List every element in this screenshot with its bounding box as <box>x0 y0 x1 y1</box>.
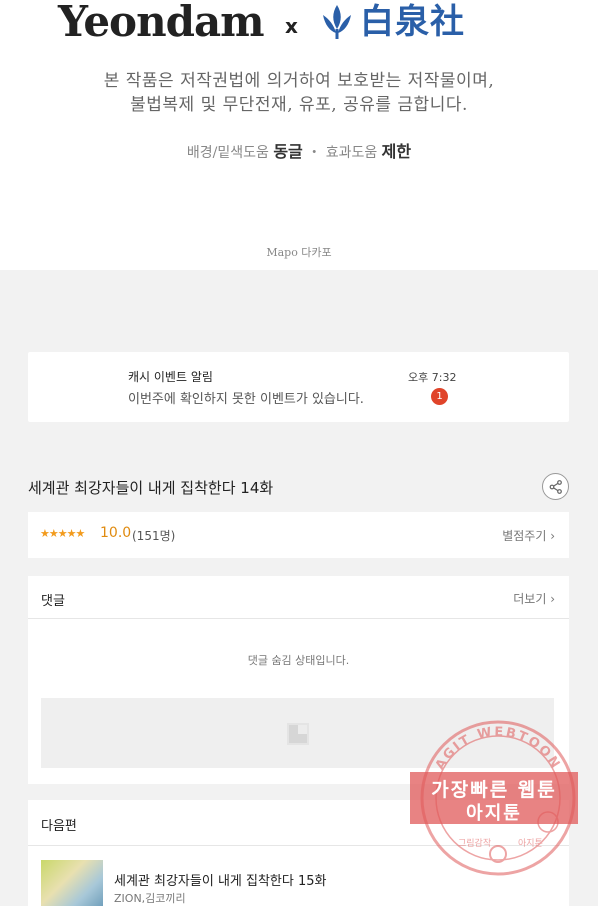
watermark-bottom-right: 아지툰 <box>518 838 543 849</box>
hakusensha-wordmark: 白泉社 <box>360 2 465 42</box>
watermark-bottom-left: 그림감작 <box>458 837 491 849</box>
yeondam-logo: Yeondam <box>58 0 265 46</box>
next-episode-author: ZION,김코끼리 <box>114 892 186 905</box>
staff-bg-label: 배경/밑색도움 <box>186 145 269 161</box>
staff-credits: 배경/밑색도움 동글 ・ 효과도움 제한 <box>0 138 598 162</box>
credits-panel: Yeondam x 白泉社 본 작품은 저작권법에 의거하여 보호받는 저작물이… <box>0 0 598 270</box>
watermark-line1: 가장빠른 웹툰 <box>431 779 557 801</box>
next-episode-title[interactable]: 세계관 최강자들이 내게 집착한다 15화 <box>114 870 326 889</box>
share-icon <box>549 479 562 494</box>
next-episode-label: 다음편 <box>41 819 77 834</box>
hakusensha-logo: 白泉社 <box>320 2 465 42</box>
episode-title: 세계관 최강자들이 내게 집착한다 14화 <box>28 479 274 497</box>
cash-event-notification[interactable]: 캐시 이벤트 알림 이번주에 확인하지 못한 이벤트가 있습니다. 오후 7:3… <box>28 352 569 422</box>
notification-time: 오후 7:32 <box>408 371 457 384</box>
studio-credit: Mapo 다카포 <box>266 246 332 259</box>
notification-title: 캐시 이벤트 알림 <box>128 370 213 384</box>
comments-hidden-message: 댓글 숨김 상태입니다. <box>247 654 350 667</box>
rating-count: (151명) <box>132 529 176 543</box>
hakusensha-emblem-icon <box>323 5 351 39</box>
share-button[interactable] <box>542 473 569 500</box>
image-placeholder-icon <box>287 723 309 745</box>
comments-label: 댓글 <box>41 594 65 609</box>
notification-message: 이번주에 확인하지 못한 이벤트가 있습니다. <box>128 392 364 407</box>
rate-button[interactable]: 별점주기 › <box>502 527 555 544</box>
staff-fx-label: 효과도움 <box>325 145 378 161</box>
copyright-notice-line1: 본 작품은 저작권법에 의거하여 보호받는 저작물이며, <box>103 71 495 91</box>
logo-row: Yeondam x 白泉社 <box>0 0 598 50</box>
watermark-line2: 아지툰 <box>466 803 522 824</box>
watermark-ring-text: AGIT WEBTOON <box>433 725 562 773</box>
watermark-banner: 가장빠른 웹툰 아지툰 <box>410 772 578 824</box>
staff-bg-name: 동글 <box>273 142 303 161</box>
rating-row: ★★★★★ 10.0 (151명) 별점주기 › <box>28 512 569 558</box>
comments-more-link[interactable]: 더보기 › <box>513 590 555 607</box>
svg-text:AGIT WEBTOON: AGIT WEBTOON <box>433 725 564 773</box>
next-episode-thumbnail[interactable] <box>41 860 103 906</box>
comments-header: 댓글 더보기 › <box>28 576 569 619</box>
rating-stars-icon: ★★★★★ <box>40 527 85 540</box>
copyright-notice-line2: 불법복제 및 무단전재, 유포, 공유를 금합니다. <box>130 95 468 115</box>
staff-fx-name: 제한 <box>381 142 412 161</box>
rating-score: 10.0 <box>100 525 132 541</box>
collab-separator: x <box>285 14 298 38</box>
staff-dot: ・ <box>307 145 322 161</box>
notification-badge: 1 <box>431 388 448 405</box>
